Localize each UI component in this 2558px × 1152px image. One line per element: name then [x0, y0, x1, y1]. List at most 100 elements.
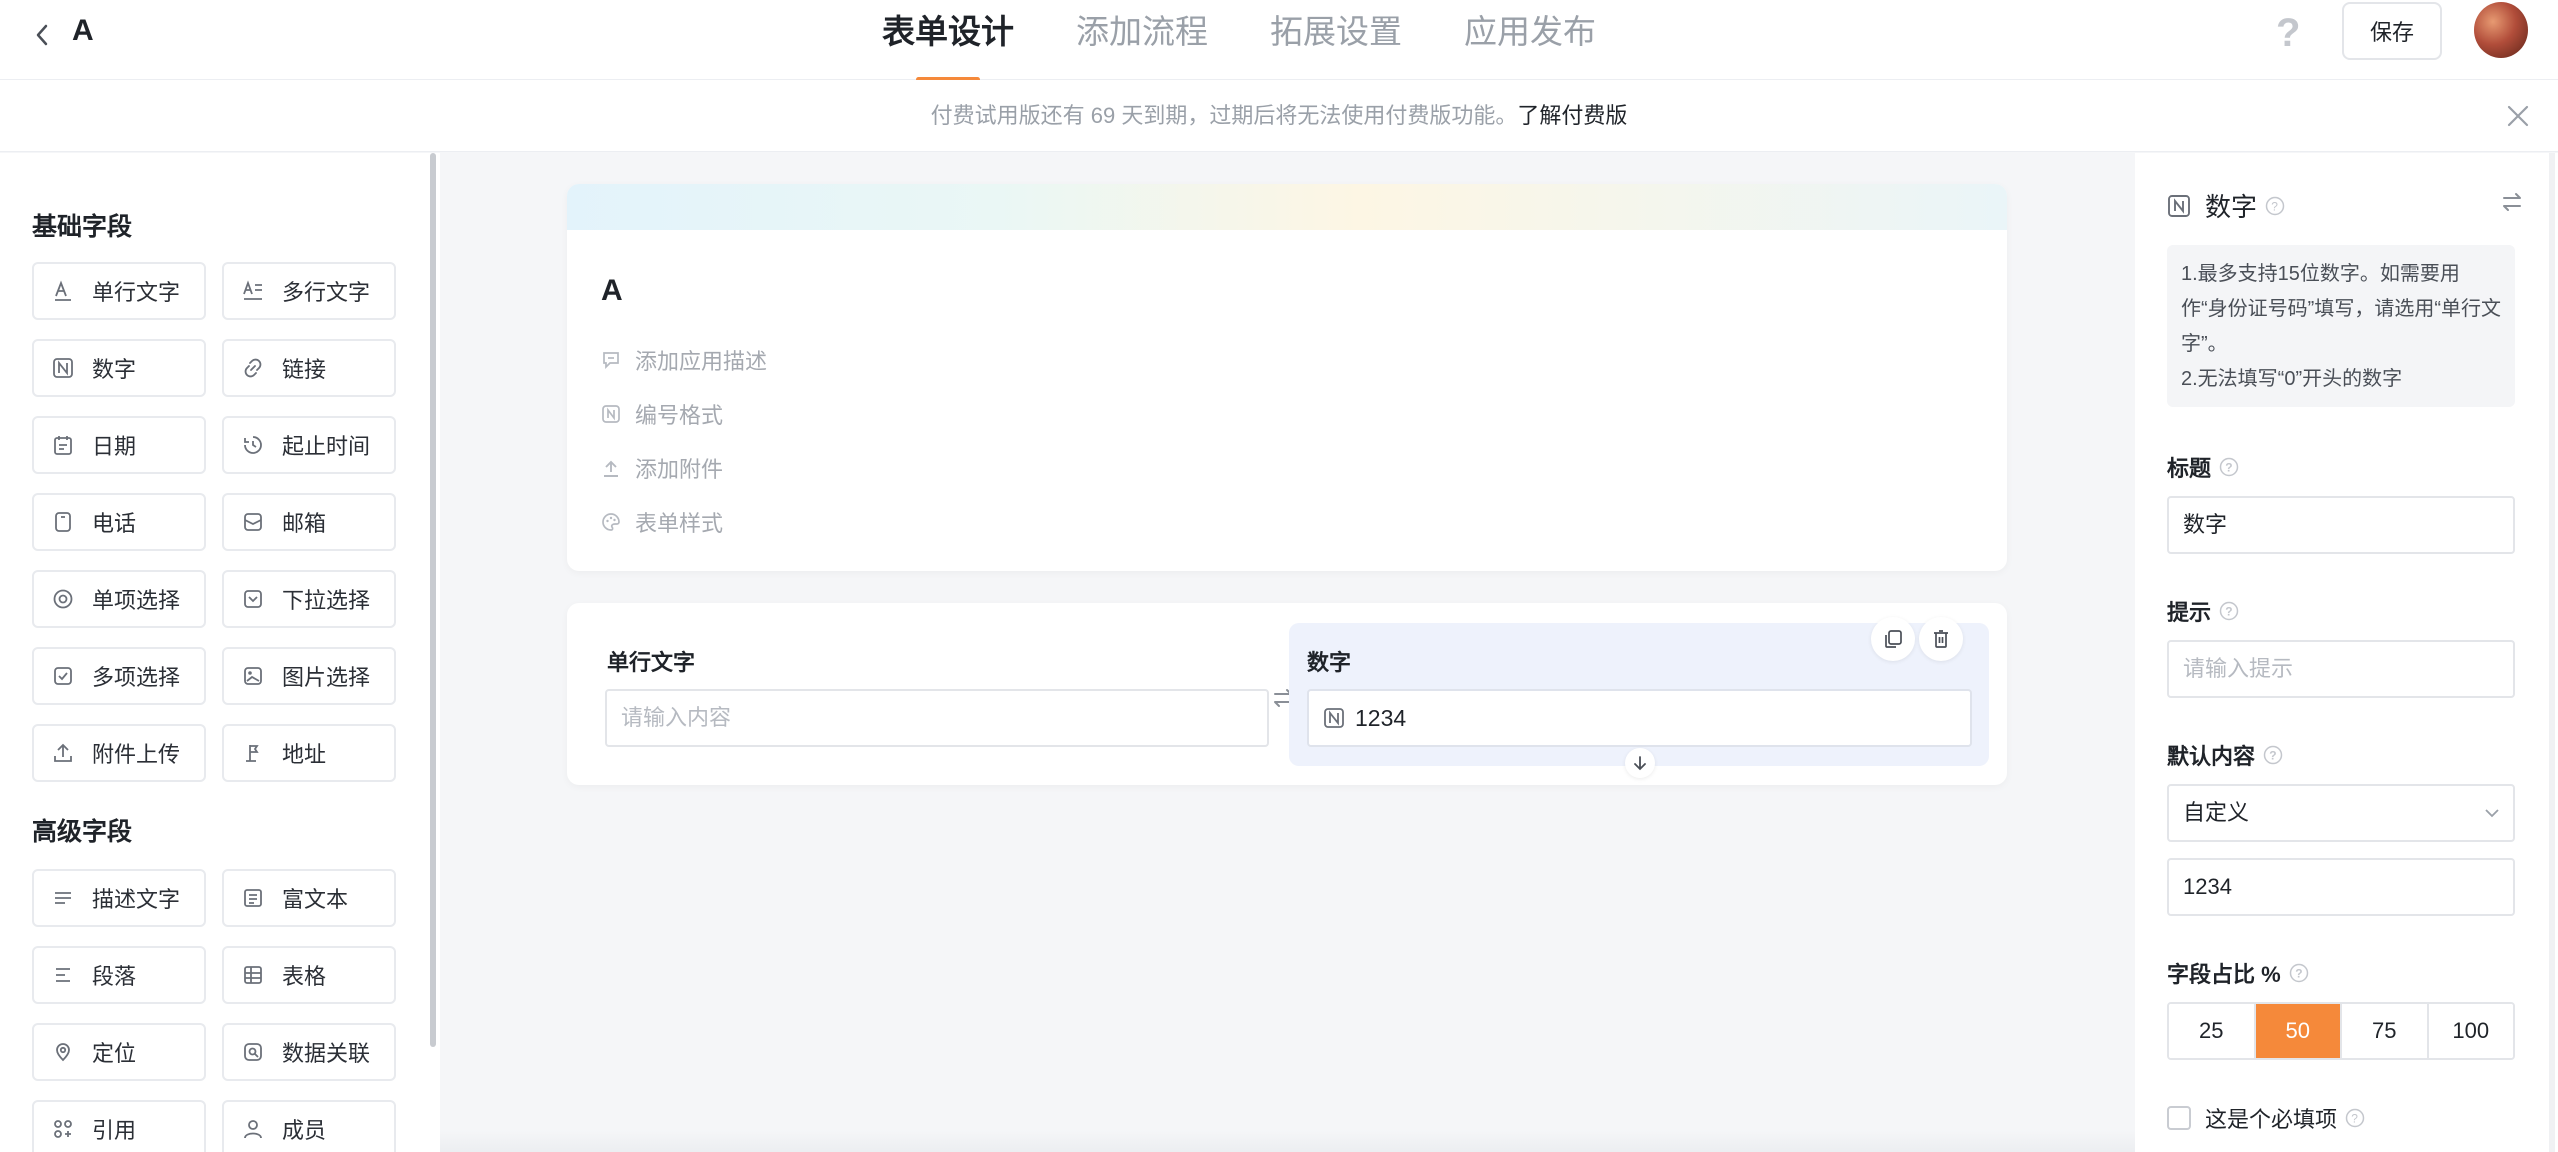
properties-title: 数字 — [2205, 192, 2258, 222]
learn-paid-version-link[interactable]: 了解付费版 — [1517, 103, 1627, 128]
title-input[interactable]: 数字 — [2167, 496, 2515, 554]
form-title[interactable]: A — [601, 274, 623, 308]
hint-setting-label: 提示 ? — [2167, 595, 2239, 627]
reference-icon — [54, 1120, 72, 1138]
svg-text:?: ? — [2351, 1112, 2358, 1126]
mail-icon — [244, 513, 262, 531]
upload-icon — [54, 743, 72, 762]
app-title: A — [72, 14, 94, 47]
number-icon — [2168, 194, 2190, 217]
required-checkbox[interactable] — [2167, 1106, 2191, 1130]
palette-item-checkbox[interactable]: 多项选择 — [32, 647, 206, 705]
palette-item-radio[interactable]: 单项选择 — [32, 570, 206, 628]
palette-item-image-select[interactable]: 图片选择 — [222, 647, 396, 705]
number-field-input[interactable]: 1234 — [1307, 689, 1972, 747]
ratio-option-50[interactable]: 50 — [2255, 1004, 2342, 1058]
tab-extension-settings[interactable]: 拓展设置 — [1270, 0, 1402, 80]
number-format-icon — [602, 405, 620, 423]
hint-input[interactable]: 请输入提示 — [2167, 640, 2515, 698]
field-palette: 基础字段 单行文字 多行文字 数字 链接 日期 起止时间 电话 邮箱 单项选择 — [0, 153, 440, 1152]
form-header-card: A 添加应用描述 编号格式 添加附件 表单样式 — [567, 184, 2007, 571]
field-ratio-label: 字段占比 % ? — [2167, 957, 2309, 989]
time-range-icon — [244, 436, 262, 454]
palette-item-link[interactable]: 链接 — [222, 339, 396, 397]
number-format-button[interactable]: 编号格式 — [601, 398, 723, 430]
table-icon — [244, 966, 262, 984]
palette-item-date[interactable]: 日期 — [32, 416, 206, 474]
question-circle-icon[interactable]: ? — [2219, 457, 2239, 477]
move-down-button[interactable] — [1625, 748, 1655, 778]
tip-line: 1.最多支持15位数字。如需要用作“身份证号码”填写，请选用“单行文字”。 — [2181, 263, 2501, 355]
description-icon — [55, 892, 71, 904]
delete-field-button[interactable] — [1919, 617, 1963, 661]
arrow-down-icon — [1634, 756, 1646, 771]
header-color-band — [567, 184, 2007, 230]
palette-item-table[interactable]: 表格 — [222, 946, 396, 1004]
switch-field-type-icon[interactable] — [2499, 189, 2525, 215]
advanced-fields-title: 高级字段 — [32, 818, 133, 846]
default-content-label: 默认内容 ? — [2167, 739, 2283, 771]
add-app-description-button[interactable]: 添加应用描述 — [601, 344, 767, 376]
tab-app-publish[interactable]: 应用发布 — [1464, 0, 1596, 80]
avatar[interactable] — [2474, 2, 2528, 58]
phone-icon — [55, 512, 71, 532]
properties-scrollbar[interactable] — [2549, 153, 2555, 1152]
back-arrow-icon[interactable] — [28, 20, 58, 50]
palette-item-data-link[interactable]: 数据关联 — [222, 1023, 396, 1081]
palette-item-rich-text[interactable]: 富文本 — [222, 869, 396, 927]
tab-add-workflow[interactable]: 添加流程 — [1076, 0, 1208, 80]
ratio-option-100[interactable]: 100 — [2428, 1004, 2513, 1058]
palette-scrollbar[interactable] — [430, 153, 436, 1047]
address-icon — [246, 745, 259, 762]
default-value-input[interactable]: 1234 — [2167, 858, 2515, 916]
required-label: 这是个必填项 — [2205, 1107, 2338, 1132]
palette-icon — [602, 513, 620, 531]
single-line-text-icon — [55, 280, 71, 301]
question-circle-icon[interactable]: ? — [2263, 745, 2283, 765]
single-line-field-input[interactable]: 请输入内容 — [605, 689, 1269, 747]
tab-form-design[interactable]: 表单设计 — [882, 0, 1014, 82]
svg-text:?: ? — [2276, 11, 2300, 54]
close-icon[interactable] — [2504, 102, 2532, 130]
radio-icon — [53, 589, 73, 609]
palette-item-email[interactable]: 邮箱 — [222, 493, 396, 551]
image-icon — [244, 667, 262, 685]
copy-field-button[interactable] — [1871, 617, 1915, 661]
svg-text:?: ? — [2225, 461, 2232, 475]
palette-item-description-text[interactable]: 描述文字 — [32, 869, 206, 927]
palette-item-multi-line-text[interactable]: 多行文字 — [222, 262, 396, 320]
palette-item-location[interactable]: 定位 — [32, 1023, 206, 1081]
palette-item-phone[interactable]: 电话 — [32, 493, 206, 551]
trial-notice-bar: 付费试用版还有 69 天到期，过期后将无法使用付费版功能。了解付费版 — [0, 80, 2558, 152]
number-field-label: 数字 — [1307, 650, 1352, 675]
question-circle-icon[interactable]: ? — [2265, 196, 2285, 216]
palette-item-time-range[interactable]: 起止时间 — [222, 416, 396, 474]
palette-item-member[interactable]: 成员 — [222, 1100, 396, 1152]
ratio-option-75[interactable]: 75 — [2342, 1004, 2429, 1058]
question-circle-icon[interactable]: ? — [2289, 963, 2309, 983]
basic-fields-title: 基础字段 — [32, 213, 133, 241]
help-icon[interactable]: ? — [2272, 10, 2306, 54]
palette-item-number[interactable]: 数字 — [32, 339, 206, 397]
rich-text-icon — [244, 889, 262, 907]
palette-item-dropdown[interactable]: 下拉选择 — [222, 570, 396, 628]
default-mode-select[interactable]: 自定义 — [2167, 784, 2515, 842]
palette-item-paragraph[interactable]: 段落 — [32, 946, 206, 1004]
question-circle-icon[interactable]: ? — [2345, 1108, 2365, 1128]
palette-item-attachment-upload[interactable]: 附件上传 — [32, 724, 206, 782]
question-circle-icon[interactable]: ? — [2219, 601, 2239, 621]
selected-number-field[interactable]: 数字 1234 — [1289, 617, 1989, 778]
add-attachment-button[interactable]: 添加附件 — [601, 452, 723, 484]
ratio-option-25[interactable]: 25 — [2169, 1004, 2256, 1058]
svg-text:?: ? — [2295, 967, 2302, 981]
trash-icon — [1934, 630, 1948, 648]
dropdown-icon — [244, 590, 262, 608]
save-button[interactable]: 保存 — [2342, 2, 2442, 60]
palette-item-address[interactable]: 地址 — [222, 724, 396, 782]
palette-item-single-line-text[interactable]: 单行文字 — [32, 262, 206, 320]
palette-item-reference[interactable]: 引用 — [32, 1100, 206, 1152]
link-icon — [244, 358, 262, 378]
multi-line-text-icon — [243, 280, 262, 300]
form-style-button[interactable]: 表单样式 — [601, 506, 723, 538]
number-field-tip: 1.最多支持15位数字。如需要用作“身份证号码”填写，请选用“单行文字”。 2.… — [2167, 245, 2515, 407]
